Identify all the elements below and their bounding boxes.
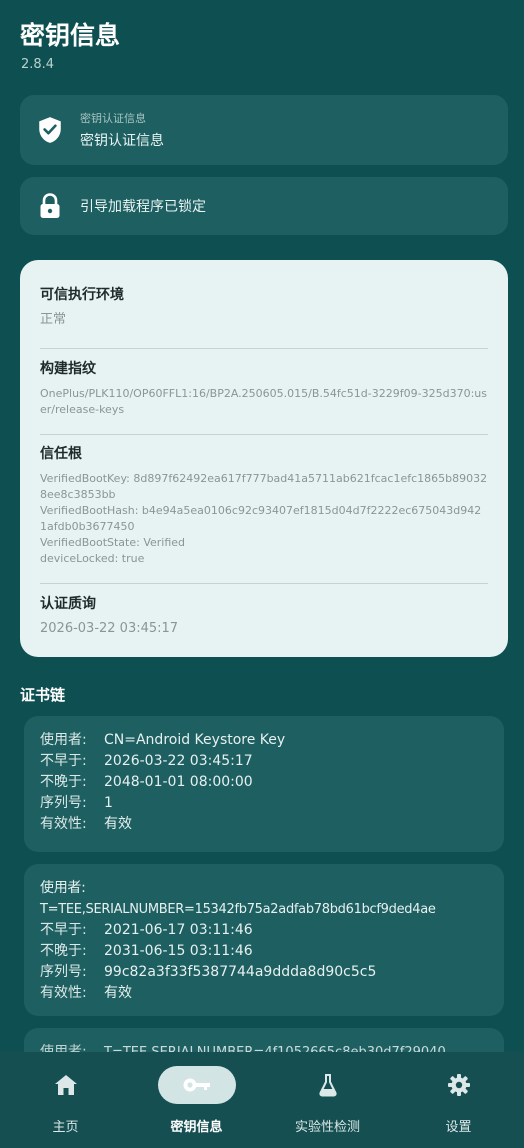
nav-label: 实验性检测 — [294, 1120, 360, 1135]
bottom-navigation: 主页 密钥信息 实验性检测 设置 — [0, 1052, 524, 1148]
certificate-card[interactable]: 使用者: T=TEE,SERIALNUMBER=15342fb75a2adfab… — [24, 864, 504, 1016]
home-icon — [27, 1066, 105, 1104]
serial-label: 序列号: — [40, 964, 87, 980]
attestation-label: 密钥认证信息 — [80, 112, 146, 125]
verified-boot-state: VerifiedBootState: Verified — [40, 536, 186, 549]
fingerprint-title: 构建指纹 — [40, 361, 96, 377]
divider — [40, 434, 488, 435]
serial-label: 序列号: — [40, 795, 87, 811]
subject-value: T=TEE,SERIALNUMBER=4f1052665c8eb30d7f290… — [104, 1042, 446, 1052]
serial-value: 99c82a3f33f5387744a9ddda8d90c5c5 — [104, 964, 377, 980]
lock-icon — [20, 193, 80, 219]
challenge-value: 2026-03-22 03:45:17 — [40, 621, 179, 636]
subject-label: 使用者: — [40, 880, 86, 896]
fingerprint-value[interactable]: OnePlus/PLK110/OP60FFL1:16/BP2A.250605.0… — [40, 386, 488, 418]
subject-label: 使用者: — [40, 732, 87, 748]
not-before-label: 不早于: — [40, 753, 87, 769]
not-after-label: 不晚于: — [40, 774, 87, 790]
not-after-label: 不晚于: — [40, 943, 87, 959]
attestation-card[interactable]: 密钥认证信息 密钥认证信息 — [20, 95, 508, 165]
flask-icon — [289, 1066, 367, 1104]
divider — [40, 583, 488, 584]
not-after-value: 2048-01-01 08:00:00 — [104, 774, 253, 790]
verified-boot-key[interactable]: VerifiedBootKey: 8d897f62492ea617f777bad… — [40, 471, 488, 503]
page-title: 密钥信息 — [20, 21, 121, 50]
tee-value: 正常 — [40, 312, 67, 327]
validity-value: 有效 — [104, 816, 132, 832]
gear-icon — [420, 1066, 498, 1104]
subject-label: 使用者: — [40, 1044, 87, 1052]
nav-item-experimental[interactable]: 实验性检测 — [262, 1052, 393, 1148]
root-of-trust-title: 信任根 — [40, 446, 82, 462]
certificate-chain-title: 证书链 — [20, 686, 66, 704]
certificate-card[interactable]: 使用者: CN=Android Keystore Key 不早于: 2026-03-… — [24, 716, 504, 852]
subject-value: T=TEE,SERIALNUMBER=15342fb75a2adfab78bd6… — [40, 902, 436, 917]
subject-value: CN=Android Keystore Key — [104, 732, 286, 748]
nav-item-home[interactable]: 主页 — [0, 1052, 131, 1148]
challenge-title: 认证质询 — [40, 596, 96, 612]
divider — [40, 348, 488, 349]
not-after-value: 2031-06-15 03:11:46 — [104, 943, 253, 959]
nav-label: 密钥信息 — [170, 1120, 223, 1135]
shield-check-icon — [20, 116, 80, 144]
validity-value: 有效 — [104, 985, 132, 1001]
device-locked: deviceLocked: true — [40, 552, 145, 565]
nav-item-key-info[interactable]: 密钥信息 — [131, 1052, 262, 1148]
scroll-content[interactable]: 密钥信息 2.8.4 密钥认证信息 密钥认证信息 引导加载程序已锁定 可信执行环… — [0, 0, 524, 1052]
bootloader-card[interactable]: 引导加载程序已锁定 — [20, 177, 508, 235]
validity-label: 有效性: — [40, 816, 87, 832]
key-icon — [157, 1066, 236, 1104]
nav-label: 设置 — [445, 1120, 472, 1135]
tee-title: 可信执行环境 — [40, 287, 124, 303]
app-version: 2.8.4 — [21, 57, 55, 72]
details-card: 可信执行环境 正常 构建指纹 OnePlus/PLK110/OP60FFL1:1… — [20, 260, 508, 657]
verified-boot-hash[interactable]: VerifiedBootHash: b4e94a5ea0106c92c93407… — [40, 503, 488, 535]
nav-item-settings[interactable]: 设置 — [393, 1052, 524, 1148]
not-before-value: 2021-06-17 03:11:46 — [104, 922, 253, 938]
serial-value: 1 — [104, 795, 113, 811]
not-before-label: 不早于: — [40, 922, 87, 938]
attestation-value: 密钥认证信息 — [80, 133, 164, 149]
not-before-value: 2026-03-22 03:45:17 — [104, 753, 253, 769]
certificate-card[interactable]: 使用者: T=TEE,SERIALNUMBER=4f1052665c8eb30d7… — [24, 1028, 504, 1052]
validity-label: 有效性: — [40, 985, 87, 1001]
bootloader-status: 引导加载程序已锁定 — [80, 199, 206, 215]
nav-label: 主页 — [52, 1120, 79, 1135]
